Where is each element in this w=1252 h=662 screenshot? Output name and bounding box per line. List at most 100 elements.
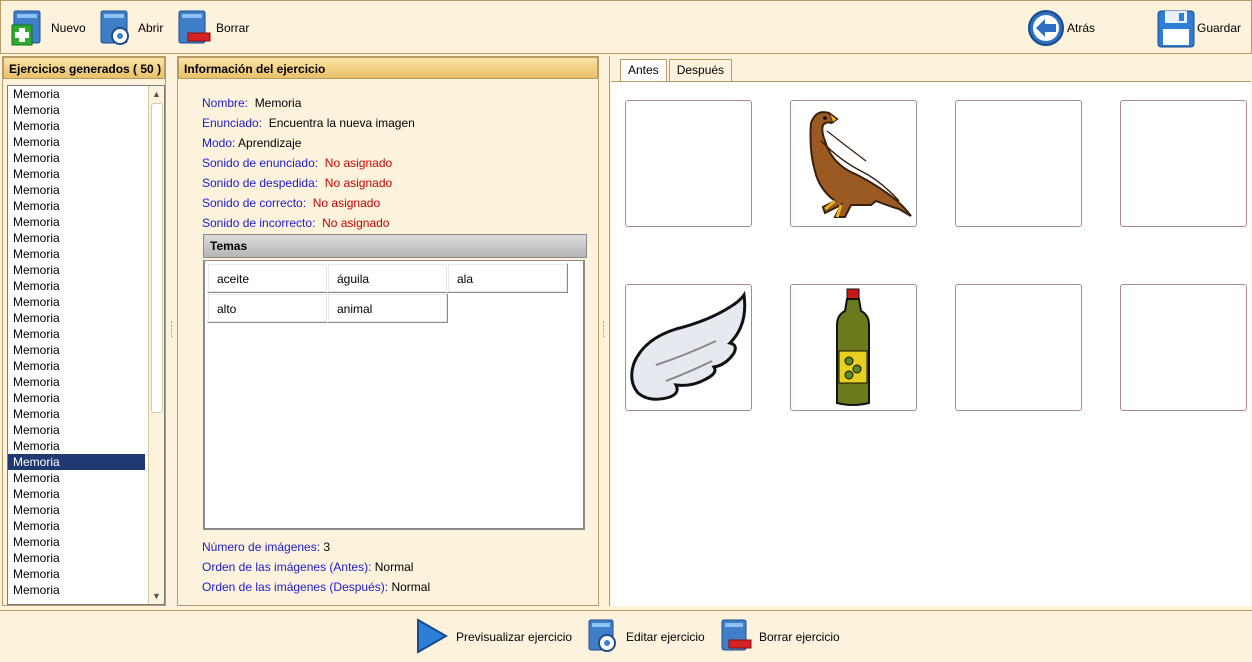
delete-button-label: Borrar bbox=[216, 21, 250, 35]
save-floppy-icon bbox=[1157, 9, 1195, 48]
image-card-empty[interactable] bbox=[955, 284, 1082, 411]
edit-book-gear-icon bbox=[586, 618, 622, 656]
list-item[interactable]: Memoria bbox=[8, 534, 145, 550]
list-item[interactable]: Memoria bbox=[8, 390, 145, 406]
list-item[interactable]: Memoria bbox=[8, 118, 145, 134]
edit-exercise-button[interactable]: Editar ejercicio bbox=[586, 619, 705, 655]
list-item[interactable]: Memoria bbox=[8, 86, 145, 102]
list-item[interactable]: Memoria bbox=[8, 278, 145, 294]
tema-cell[interactable]: ala bbox=[447, 263, 568, 293]
tema-cell[interactable]: animal bbox=[327, 293, 448, 323]
list-item[interactable]: Memoria bbox=[8, 246, 145, 262]
info-row-sonido-correcto: Sonido de correcto: No asignado bbox=[202, 193, 415, 213]
list-item[interactable]: Memoria bbox=[8, 454, 145, 470]
preview-exercise-button[interactable]: Previsualizar ejercicio bbox=[416, 618, 573, 656]
delete-button[interactable]: Borrar bbox=[176, 7, 249, 49]
info-fields: Nombre: Memoria Enunciado: Encuentra la … bbox=[202, 93, 415, 233]
sonido-enunciado-label: Sonido de enunciado: bbox=[202, 156, 319, 170]
list-item[interactable]: Memoria bbox=[8, 582, 145, 598]
list-item[interactable]: Memoria bbox=[8, 422, 145, 438]
bottom-action-bar: Previsualizar ejercicio Editar ejercicio… bbox=[0, 610, 1252, 662]
list-item[interactable]: Memoria bbox=[8, 566, 145, 582]
scroll-thumb[interactable] bbox=[151, 103, 163, 413]
exercises-list-items: Memoria Memoria Memoria Memoria Memoria Memor… bbox=[8, 86, 164, 598]
list-item[interactable]: Memoria bbox=[8, 470, 145, 486]
list-item[interactable]: Memoria bbox=[8, 502, 145, 518]
info-fields-bottom: Número de imágenes: 3 Orden de las imáge… bbox=[202, 537, 430, 597]
list-item[interactable]: Memoria bbox=[8, 310, 145, 326]
left-splitter[interactable] bbox=[168, 56, 176, 606]
list-item[interactable]: Memoria bbox=[8, 230, 145, 246]
info-row-orden-despues: Orden de las imágenes (Después): Normal bbox=[202, 577, 430, 597]
tab-despues[interactable]: Después bbox=[668, 59, 733, 81]
list-item[interactable]: Memoria bbox=[8, 262, 145, 278]
play-icon bbox=[416, 618, 452, 656]
image-card-wing[interactable] bbox=[625, 284, 752, 411]
list-item[interactable]: Memoria bbox=[8, 150, 145, 166]
modo-value: Aprendizaje bbox=[238, 136, 302, 150]
image-card-eagle[interactable] bbox=[790, 100, 917, 227]
temas-grid: aceite águila ala alto animal bbox=[203, 260, 585, 530]
image-card-empty[interactable] bbox=[1120, 100, 1247, 227]
image-card-empty[interactable] bbox=[1120, 284, 1247, 411]
delete-book-icon bbox=[176, 9, 212, 47]
list-item[interactable]: Memoria bbox=[8, 198, 145, 214]
sonido-correcto-label: Sonido de correcto: bbox=[202, 196, 307, 210]
image-card-oil-bottle[interactable] bbox=[790, 284, 917, 411]
exercises-panel: Ejercicios generados ( 50 ) Memoria Memor… bbox=[2, 56, 166, 606]
list-item[interactable]: Memoria bbox=[8, 134, 145, 150]
list-item[interactable]: Memoria bbox=[8, 406, 145, 422]
splitter-grip-icon bbox=[171, 321, 173, 337]
info-row-nombre: Nombre: Memoria bbox=[202, 93, 415, 113]
save-button-label: Guardar bbox=[1197, 21, 1242, 35]
right-splitter[interactable] bbox=[600, 56, 608, 606]
image-card-empty[interactable] bbox=[955, 100, 1082, 227]
sonido-incorrecto-label: Sonido de incorrecto: bbox=[202, 216, 316, 230]
list-item[interactable]: Memoria bbox=[8, 102, 145, 118]
info-row-enunciado: Enunciado: Encuentra la nueva imagen bbox=[202, 113, 415, 133]
splitter-grip-icon bbox=[603, 321, 605, 337]
list-item[interactable]: Memoria bbox=[8, 214, 145, 230]
delete-exercise-button[interactable]: Borrar ejercicio bbox=[719, 619, 840, 655]
list-item[interactable]: Memoria bbox=[8, 358, 145, 374]
list-item[interactable]: Memoria bbox=[8, 550, 145, 566]
list-item[interactable]: Memoria bbox=[8, 326, 145, 342]
tema-cell[interactable]: aceite bbox=[207, 263, 328, 293]
list-item[interactable]: Memoria bbox=[8, 182, 145, 198]
image-card-empty[interactable] bbox=[625, 100, 752, 227]
image-grid bbox=[611, 81, 1251, 606]
nombre-label: Nombre: bbox=[202, 96, 249, 110]
num-imagenes-label: Número de imágenes: bbox=[202, 540, 321, 554]
sonido-despedida-value: No asignado bbox=[324, 176, 393, 190]
tab-antes[interactable]: Antes bbox=[620, 59, 667, 82]
scroll-up-icon[interactable]: ▲ bbox=[149, 86, 164, 102]
preview-exercise-label: Previsualizar ejercicio bbox=[456, 630, 573, 644]
wing-icon bbox=[630, 290, 747, 401]
list-item[interactable]: Memoria bbox=[8, 438, 145, 454]
exercises-list-scrollbar[interactable]: ▲ ▼ bbox=[148, 86, 164, 604]
top-toolbar: Nuevo Abrir Borrar Atrás Guardar bbox=[0, 0, 1252, 54]
new-button[interactable]: Nuevo bbox=[11, 7, 86, 49]
list-item[interactable]: Memoria bbox=[8, 294, 145, 310]
list-item[interactable]: Memoria bbox=[8, 486, 145, 502]
orden-antes-label: Orden de las imágenes (Antes): bbox=[202, 560, 372, 574]
tema-cell[interactable]: alto bbox=[207, 293, 328, 323]
temas-header: Temas bbox=[203, 234, 587, 258]
open-book-gear-icon bbox=[98, 9, 134, 47]
open-button[interactable]: Abrir bbox=[98, 7, 163, 49]
list-item[interactable]: Memoria bbox=[8, 374, 145, 390]
info-panel: Información del ejercicio Nombre: Memori… bbox=[177, 56, 599, 606]
list-item[interactable]: Memoria bbox=[8, 342, 145, 358]
back-button-label: Atrás bbox=[1067, 21, 1096, 35]
oil-bottle-icon bbox=[836, 288, 870, 406]
exercises-list[interactable]: Memoria Memoria Memoria Memoria Memoria Memor… bbox=[7, 85, 165, 605]
save-button[interactable]: Guardar bbox=[1157, 7, 1241, 49]
exercises-panel-title: Ejercicios generados ( 50 ) bbox=[3, 57, 165, 79]
back-button[interactable]: Atrás bbox=[1027, 7, 1095, 49]
list-item[interactable]: Memoria bbox=[8, 166, 145, 182]
preview-tabs: Antes Después bbox=[620, 59, 733, 82]
list-item[interactable]: Memoria bbox=[8, 518, 145, 534]
nombre-value: Memoria bbox=[254, 96, 302, 110]
tema-cell[interactable]: águila bbox=[327, 263, 448, 293]
scroll-down-icon[interactable]: ▼ bbox=[149, 588, 164, 604]
